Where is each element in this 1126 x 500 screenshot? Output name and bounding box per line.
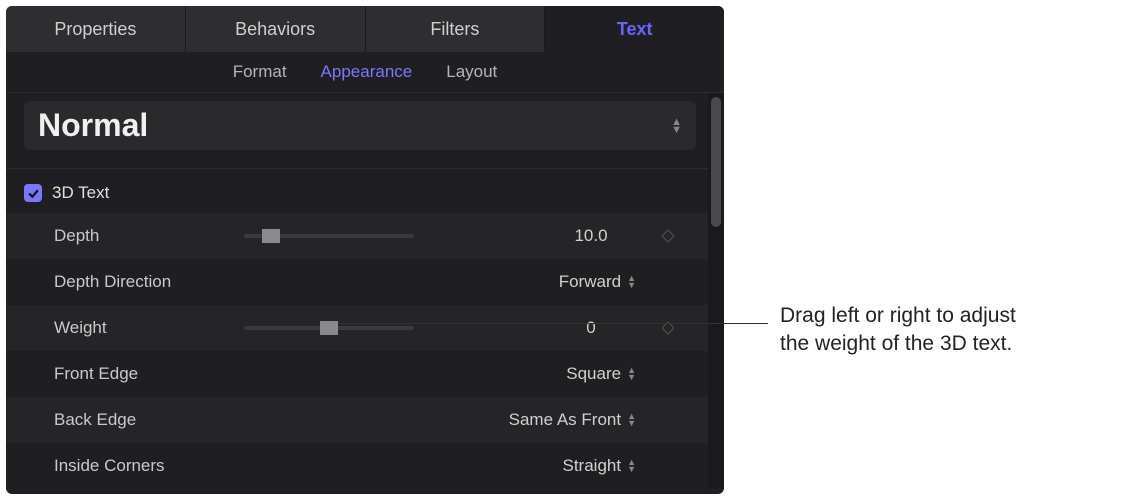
updown-icon: ▲▼	[627, 367, 636, 381]
param-inside-corners-label: Inside Corners	[54, 456, 244, 476]
updown-icon: ▲▼	[627, 413, 636, 427]
preset-label: Normal	[38, 107, 148, 144]
updown-icon: ▲▼	[627, 275, 636, 289]
tab-text[interactable]: Text	[545, 6, 724, 52]
text-subtabs: Format Appearance Layout	[6, 52, 724, 93]
depth-direction-popup[interactable]: Forward ▲▼	[559, 272, 636, 292]
inspector-panel: Properties Behaviors Filters Text Format…	[6, 6, 724, 494]
scrollbar-thumb[interactable]	[711, 97, 721, 227]
param-depth-direction-label: Depth Direction	[54, 272, 244, 292]
annotation-line1: Drag left or right to adjust	[780, 304, 1016, 327]
updown-icon: ▲▼	[671, 118, 682, 134]
preset-row: Normal ▲▼	[6, 93, 708, 169]
subtab-format[interactable]: Format	[233, 62, 287, 82]
updown-icon: ▲▼	[627, 459, 636, 473]
annotation-line2: the weight of the 3D text.	[780, 332, 1012, 355]
param-front-edge-row: Front Edge Square ▲▼	[6, 351, 708, 397]
tab-behaviors[interactable]: Behaviors	[186, 6, 366, 52]
checkbox-3d-text[interactable]	[24, 184, 42, 202]
weight-slider[interactable]	[244, 318, 414, 338]
subtab-appearance[interactable]: Appearance	[321, 62, 413, 82]
subtab-layout[interactable]: Layout	[446, 62, 497, 82]
checkbox-3d-text-label: 3D Text	[52, 183, 109, 203]
back-edge-popup[interactable]: Same As Front ▲▼	[509, 410, 636, 430]
param-depth-label: Depth	[54, 226, 244, 246]
param-front-edge-label: Front Edge	[54, 364, 244, 384]
weight-slider-thumb[interactable]	[320, 321, 338, 335]
depth-slider[interactable]	[244, 226, 414, 246]
depth-direction-value: Forward	[559, 272, 621, 292]
param-depth-row: Depth 10.0	[6, 213, 708, 259]
main-tabbar: Properties Behaviors Filters Text	[6, 6, 724, 52]
callout-line	[338, 323, 768, 324]
inside-corners-popup[interactable]: Straight ▲▼	[562, 456, 636, 476]
checkbox-3d-text-row: 3D Text	[6, 169, 708, 213]
depth-slider-thumb[interactable]	[262, 229, 280, 243]
param-back-edge-row: Back Edge Same As Front ▲▼	[6, 397, 708, 443]
tab-properties[interactable]: Properties	[6, 6, 186, 52]
front-edge-value: Square	[566, 364, 621, 384]
front-edge-popup[interactable]: Square ▲▼	[566, 364, 636, 384]
param-list: Depth 10.0	[6, 213, 708, 489]
annotation-text: Drag left or right to adjust the weight …	[780, 302, 1110, 359]
vertical-scrollbar[interactable]	[708, 93, 724, 489]
content-area: Normal ▲▼ 3D Text Depth	[6, 93, 724, 489]
preset-popup[interactable]: Normal ▲▼	[24, 101, 696, 150]
tab-filters[interactable]: Filters	[366, 6, 546, 52]
back-edge-value: Same As Front	[509, 410, 621, 430]
param-inside-corners-row: Inside Corners Straight ▲▼	[6, 443, 708, 489]
inside-corners-value: Straight	[562, 456, 621, 476]
weight-value[interactable]: 0	[546, 318, 636, 338]
param-weight-row: Weight 0	[6, 305, 708, 351]
param-depth-direction-row: Depth Direction Forward ▲▼	[6, 259, 708, 305]
depth-value[interactable]: 10.0	[546, 226, 636, 246]
param-back-edge-label: Back Edge	[54, 410, 244, 430]
depth-keyframe-icon[interactable]	[646, 230, 690, 242]
param-weight-label: Weight	[54, 318, 244, 338]
scroll-area: Normal ▲▼ 3D Text Depth	[6, 93, 708, 489]
